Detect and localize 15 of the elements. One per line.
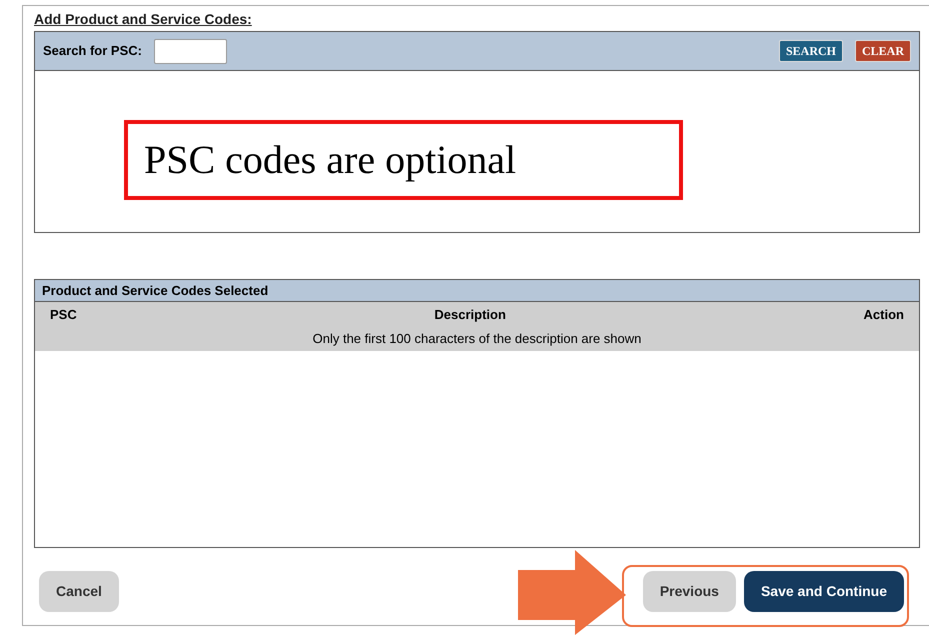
save-continue-button[interactable]: Save and Continue bbox=[744, 571, 904, 612]
description-note: Only the first 100 characters of the description are shown bbox=[312, 330, 642, 348]
column-header: PSC bbox=[50, 306, 77, 324]
search-button[interactable]: SEARCH bbox=[778, 40, 843, 62]
column-header: Action bbox=[864, 306, 904, 324]
previous-button[interactable]: Previous bbox=[642, 571, 736, 612]
cancel-button[interactable]: Cancel bbox=[39, 571, 119, 612]
clear-button[interactable]: CLEAR bbox=[854, 40, 911, 62]
search-field[interactable] bbox=[154, 38, 227, 64]
search-label: Search for PSC: bbox=[43, 42, 142, 60]
callout-text: PSC codes are optional bbox=[144, 136, 516, 184]
arrow-icon bbox=[518, 550, 626, 635]
panel-title: Product and Service Codes Selected bbox=[42, 282, 268, 300]
section-title: Add Product and Service Codes: bbox=[34, 10, 253, 28]
column-header: Description bbox=[434, 306, 506, 324]
